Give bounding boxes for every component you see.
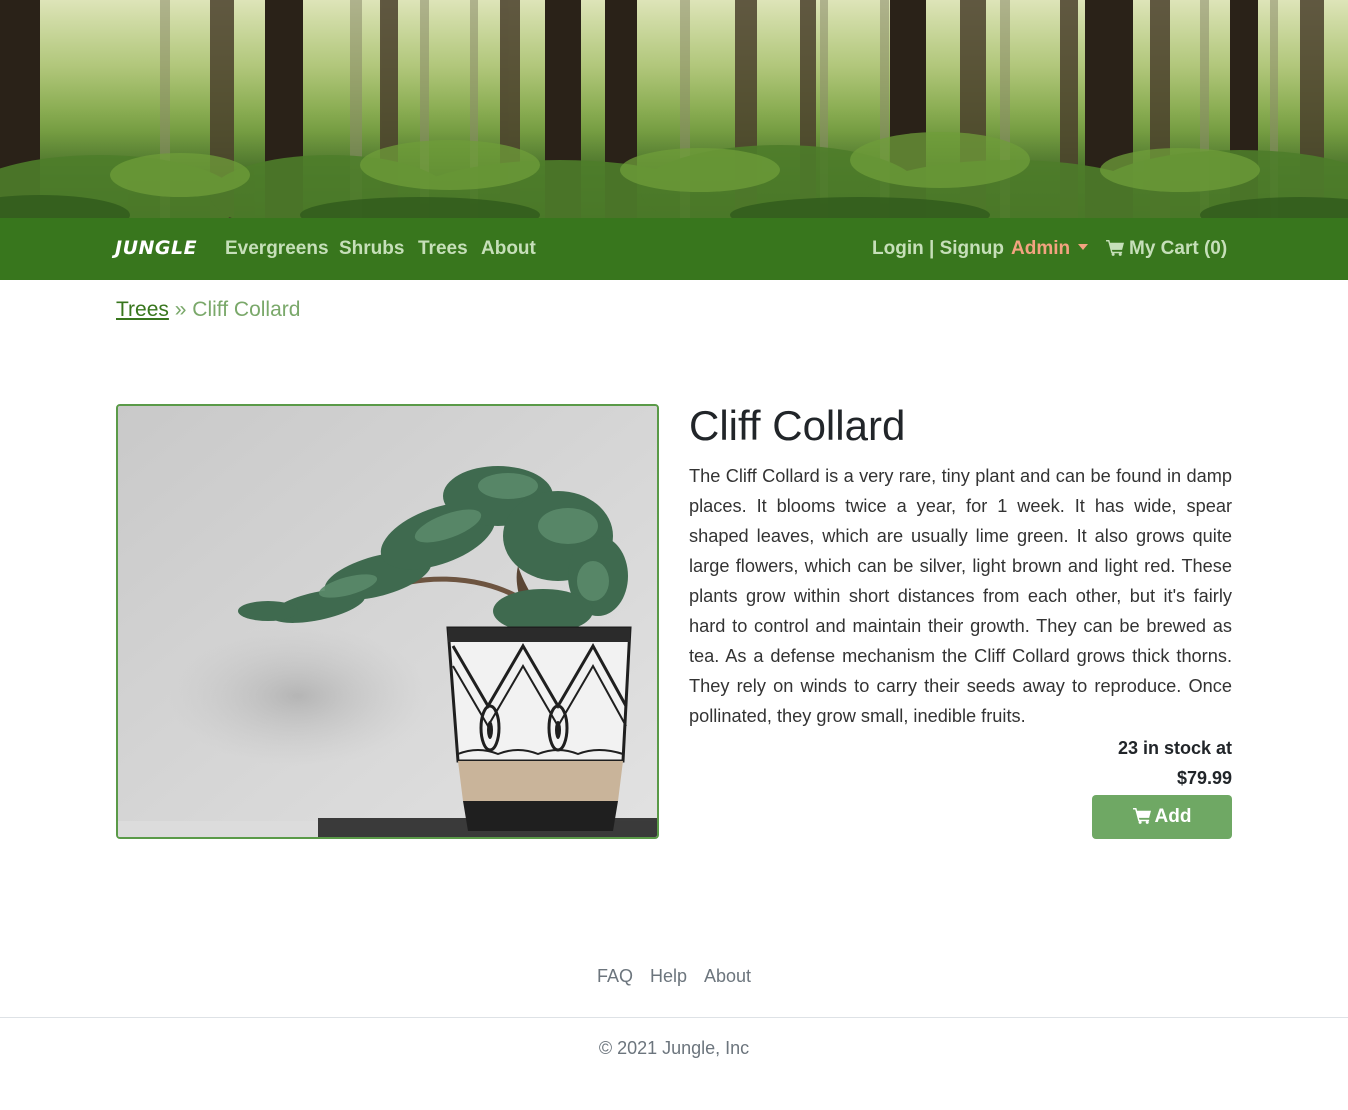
nav-link-evergreens[interactable]: Evergreens	[225, 238, 329, 260]
admin-label: Admin	[1011, 238, 1071, 259]
footer-divider	[0, 1017, 1348, 1018]
footer-link-faq[interactable]: FAQ	[597, 966, 633, 986]
footer-link-help[interactable]: Help	[650, 966, 687, 986]
cart-icon	[1132, 807, 1151, 824]
bonsai-plant-illustration	[118, 406, 657, 837]
product-image	[116, 404, 659, 839]
forest-illustration	[0, 0, 1348, 218]
stock-count: 23 in stock at	[1117, 738, 1232, 758]
breadcrumb-link-trees[interactable]: Trees	[116, 298, 169, 321]
header-banner-image	[0, 0, 1348, 218]
chevron-down-icon	[1078, 244, 1089, 251]
add-to-cart-button[interactable]: Add	[1092, 795, 1232, 839]
cart-label: My Cart (0)	[1129, 238, 1228, 259]
nav-link-about[interactable]: About	[481, 238, 536, 260]
brand-logo-link[interactable]: JUNGLE	[115, 237, 197, 259]
breadcrumb-current: Cliff Collard	[192, 298, 301, 321]
copyright-text: © 2021 Jungle, Inc	[598, 1038, 750, 1058]
product-price: $79.99	[1176, 768, 1232, 788]
admin-dropdown-toggle[interactable]: Admin	[1011, 238, 1089, 260]
add-button-label: Add	[1154, 806, 1192, 827]
nav-link-shrubs[interactable]: Shrubs	[339, 238, 404, 260]
footer-links: FAQ Help About	[0, 966, 1348, 987]
product-title: Cliff Collard	[689, 402, 906, 449]
footer-link-about[interactable]: About	[704, 966, 751, 986]
my-cart-link[interactable]: My Cart (0)	[1106, 238, 1227, 260]
nav-link-trees[interactable]: Trees	[418, 238, 468, 260]
product-description: The Cliff Collard is a very rare, tiny p…	[689, 466, 1232, 726]
breadcrumb-separator: »	[174, 298, 187, 321]
login-signup-link[interactable]: Login | Signup	[872, 238, 1004, 260]
cart-icon	[1106, 239, 1124, 256]
breadcrumb: Trees » Cliff Collard	[116, 298, 300, 322]
navbar: JUNGLE Evergreens Shrubs Trees About Log…	[0, 218, 1348, 280]
